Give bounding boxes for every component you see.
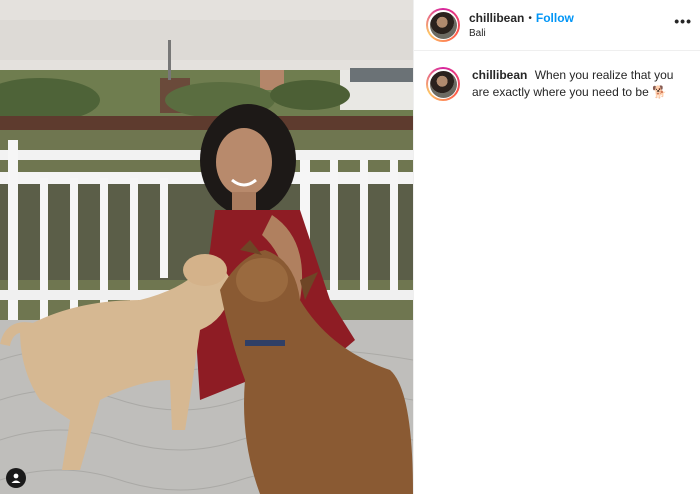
user-tag-icon[interactable]	[6, 468, 26, 488]
caption-avatar[interactable]	[426, 67, 460, 101]
username-link[interactable]: chillibean	[469, 11, 524, 25]
location-link[interactable]: Bali	[469, 28, 574, 39]
header-text: chillibean • Follow Bali	[469, 11, 574, 39]
instagram-post: chillibean • Follow Bali ••• chillibean …	[0, 0, 700, 494]
header-line: chillibean • Follow	[469, 11, 574, 25]
separator-dot: •	[528, 12, 532, 24]
caption-username[interactable]: chillibean	[472, 68, 527, 82]
more-options-icon[interactable]: •••	[674, 14, 692, 28]
caption-row: chillibean When you realize that you are…	[414, 51, 700, 101]
avatar[interactable]	[426, 8, 460, 42]
caption-text: chillibean When you realize that you are…	[472, 67, 688, 101]
photo-illustration	[0, 0, 413, 494]
post-side-panel: chillibean • Follow Bali ••• chillibean …	[413, 0, 700, 494]
caption-avatar-frame	[428, 69, 458, 99]
post-photo[interactable]	[0, 0, 413, 494]
post-header: chillibean • Follow Bali •••	[414, 0, 700, 51]
avatar-image	[429, 11, 457, 39]
follow-button[interactable]: Follow	[536, 11, 574, 25]
caption-avatar-image	[429, 70, 457, 98]
avatar-frame	[428, 10, 458, 40]
dog-emoji-icon: 🐕	[652, 85, 668, 99]
